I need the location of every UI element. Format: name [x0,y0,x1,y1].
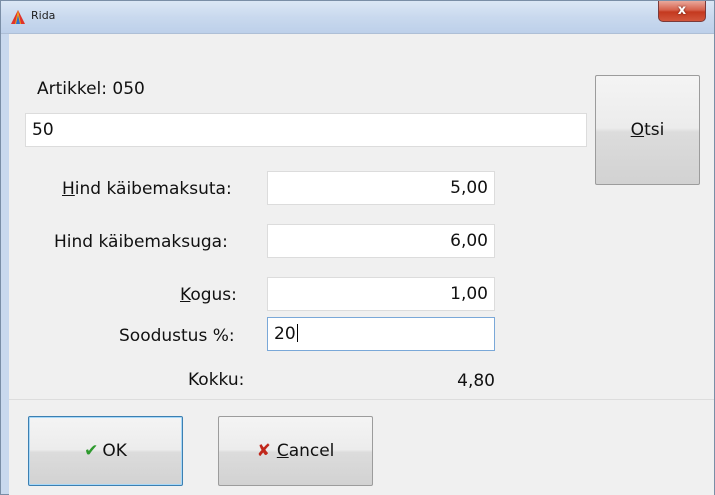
quantity-label-text: ogus: [190,285,237,305]
total-value: 4,80 [457,371,495,391]
window-frame-left [1,34,9,494]
quantity-mnemonic: K [180,285,191,305]
close-icon: x [677,3,687,18]
check-icon: ✔ [84,441,99,461]
search-button-label: tsi [644,120,665,140]
text-caret [296,324,298,342]
article-label-text: Artikkel: [37,79,108,99]
close-button[interactable]: x [658,1,706,22]
price-incl-vat-field[interactable]: 6,00 [267,224,495,258]
ok-button-label: OK [102,441,127,461]
window-title: Rida [31,9,56,22]
search-button[interactable]: Otsi [595,75,700,185]
discount-field[interactable]: 20 [267,317,495,351]
discount-value: 20 [274,324,296,344]
quantity-value: 1,00 [450,284,488,304]
title-bar[interactable]: Rida x [1,1,714,34]
price-incl-vat-value: 6,00 [450,231,488,251]
price-excl-vat-label-text: ind käibemaksuta: [74,179,232,199]
price-incl-vat-label: Hind käibemaksuga: [54,232,228,252]
ok-button[interactable]: ✔ OK [28,416,183,486]
price-excl-vat-field[interactable]: 5,00 [267,171,495,205]
x-icon: ✘ [256,441,271,461]
cancel-button[interactable]: ✘ Cancel [218,416,373,486]
article-code: 050 [112,79,145,99]
cancel-button-label: ancel [288,441,335,461]
quantity-label: Kogus: [180,285,237,305]
cancel-button-mnemonic: C [276,441,289,461]
search-input[interactable]: 50 [25,113,587,147]
discount-label: Soodustus %: [119,326,235,346]
price-excl-vat-value: 5,00 [450,178,488,198]
article-label: Artikkel: 050 [37,79,145,99]
total-label: Kokku: [188,370,245,390]
price-excl-vat-label: Hind käibemaksuta: [62,179,232,199]
quantity-field[interactable]: 1,00 [267,277,495,311]
search-input-value: 50 [32,120,54,140]
app-logo-icon [11,10,25,24]
dialog-window: Rida x Artikkel: 050 50 Otsi Hind käibem… [0,0,715,495]
price-excl-vat-mnemonic: H [62,179,75,199]
search-button-mnemonic: O [630,120,645,140]
